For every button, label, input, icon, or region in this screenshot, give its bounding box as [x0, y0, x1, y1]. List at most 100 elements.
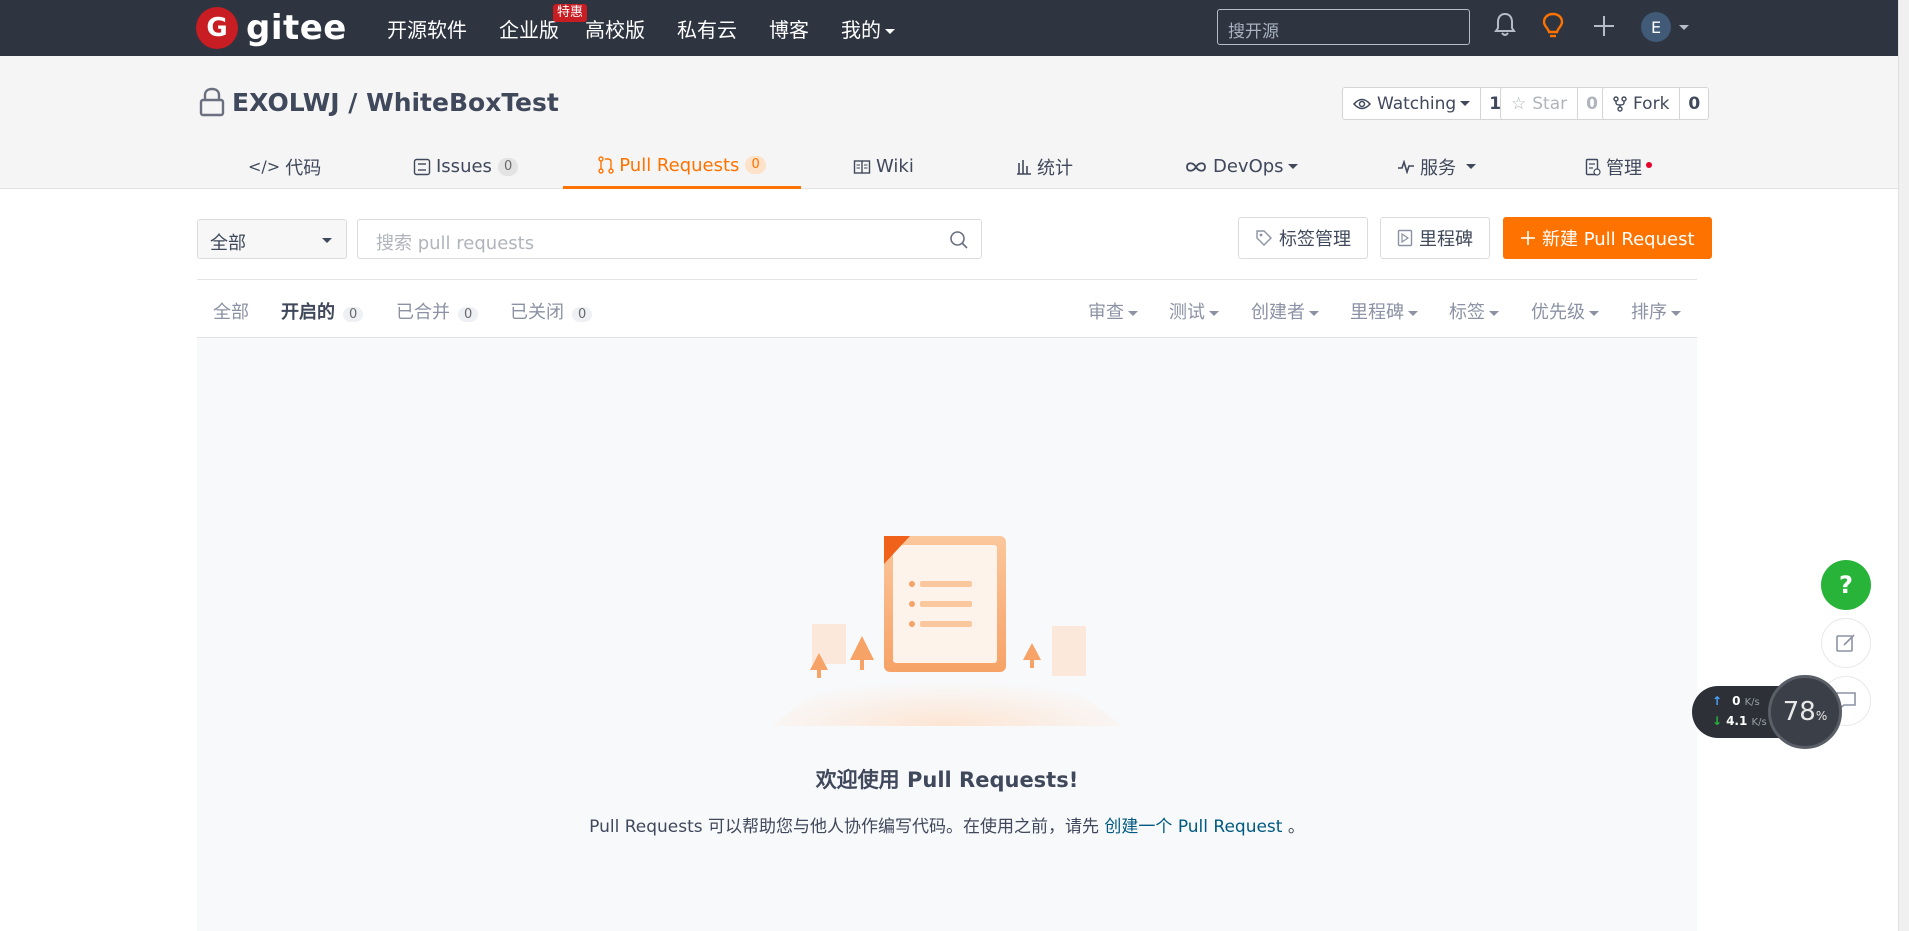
new-pull-request-button[interactable]: 新建 Pull Request	[1503, 217, 1712, 259]
tab-issues-count: 0	[497, 157, 519, 176]
tab-issues-label: Issues	[436, 156, 492, 177]
tab-stats[interactable]: 统计	[1016, 144, 1073, 189]
tab-wiki[interactable]: Wiki	[853, 144, 914, 189]
pulse-icon	[1398, 159, 1414, 174]
chevron-down-icon	[1128, 310, 1138, 316]
filter-review[interactable]: 审查	[1088, 298, 1138, 324]
bell-icon[interactable]	[1494, 12, 1516, 42]
state-tab-open[interactable]: 开启的 0	[281, 298, 364, 324]
repo-title: EXOLWJ / WhiteBoxTest	[198, 86, 559, 118]
gauge-unit: %	[1815, 709, 1828, 723]
nav-private-cloud[interactable]: 私有云	[677, 14, 737, 43]
bar-chart-icon	[1017, 159, 1031, 175]
filter-author-label: 创建者	[1251, 302, 1305, 323]
state-tab-merged[interactable]: 已合并 0	[396, 298, 479, 324]
state-tab-merged-count: 0	[458, 307, 479, 322]
filter-priority[interactable]: 优先级	[1531, 298, 1599, 324]
chevron-down-icon	[885, 29, 895, 34]
download-speed-unit: K/s	[1751, 717, 1767, 728]
watch-button[interactable]: Watching 1	[1342, 87, 1511, 120]
tab-wiki-label: Wiki	[876, 156, 914, 177]
tab-pull-requests-label: Pull Requests	[619, 154, 740, 176]
lightbulb-icon[interactable]	[1541, 12, 1565, 44]
fork-count[interactable]: 0	[1679, 88, 1708, 119]
notification-dot	[1646, 161, 1652, 168]
tab-stats-label: 统计	[1037, 157, 1073, 179]
nav-enterprise[interactable]: 企业版 特惠	[499, 4, 587, 43]
tab-code-label: 代码	[285, 157, 322, 179]
tab-pull-requests[interactable]: Pull Requests 0	[563, 144, 801, 189]
empty-desc-text: Pull Requests 可以帮助您与他人协作编写代码。在使用之前，请先	[589, 817, 1105, 837]
global-search-input[interactable]: 搜开源	[1217, 9, 1470, 45]
memory-usage-gauge[interactable]: 78%	[1768, 675, 1842, 749]
nav-open-source[interactable]: 开源软件	[387, 14, 467, 43]
chevron-down-icon	[1309, 310, 1319, 316]
filter-review-label: 审查	[1088, 302, 1124, 323]
pr-filter-bar: 全部 开启的 0 已合并 0 已关闭 0 审查 测试 创建者 里程碑 标签 优先级 排…	[197, 279, 1697, 338]
chevron-down-icon	[1408, 310, 1418, 316]
eye-icon	[1353, 98, 1371, 109]
filter-author[interactable]: 创建者	[1251, 298, 1319, 324]
plus-icon	[1521, 231, 1535, 245]
help-button[interactable]: ?	[1821, 560, 1871, 610]
fork-label: Fork	[1633, 93, 1670, 114]
feedback-button[interactable]	[1821, 618, 1871, 668]
pr-scope-select[interactable]: 全部	[197, 219, 347, 259]
tab-manage-label-wrap: 管理	[1606, 154, 1652, 180]
state-tab-all[interactable]: 全部	[213, 298, 249, 324]
tab-issues[interactable]: Issues 0	[413, 144, 519, 189]
pr-search-placeholder: 搜索 pull requests	[376, 233, 535, 254]
star-label: Star	[1532, 93, 1568, 114]
chevron-down-icon	[1287, 164, 1298, 169]
milestone-button[interactable]: 里程碑	[1380, 217, 1490, 259]
promo-badge: 特惠	[552, 4, 587, 22]
nav-mine[interactable]: 我的	[841, 14, 895, 43]
new-pull-request-label: 新建 Pull Request	[1542, 229, 1695, 250]
plus-icon[interactable]	[1592, 12, 1616, 44]
empty-desc-suffix: 。	[1282, 817, 1305, 837]
label-manage-button[interactable]: 标签管理	[1238, 217, 1368, 259]
state-tab-closed[interactable]: 已关闭 0	[510, 298, 593, 324]
fork-icon	[1613, 95, 1627, 112]
tab-services[interactable]: 服务	[1397, 144, 1476, 189]
filter-test[interactable]: 测试	[1169, 298, 1219, 324]
edit-icon	[1836, 634, 1855, 652]
star-icon: ☆	[1511, 93, 1527, 114]
repo-name-link[interactable]: EXOLWJ / WhiteBoxTest	[232, 88, 559, 117]
manage-icon	[1585, 158, 1601, 176]
tab-services-label: 服务	[1420, 157, 1456, 179]
filter-sort[interactable]: 排序	[1631, 298, 1681, 324]
tab-manage[interactable]: 管理	[1585, 144, 1652, 189]
tab-code[interactable]: </> 代码	[248, 144, 321, 189]
pr-search-input[interactable]: 搜索 pull requests	[357, 219, 982, 259]
book-icon	[853, 159, 871, 174]
star-button[interactable]: ☆ Star 0	[1500, 87, 1607, 120]
chevron-down-icon	[1671, 310, 1681, 316]
tab-devops[interactable]: DevOps	[1184, 144, 1298, 189]
nav-enterprise-label: 企业版	[499, 18, 559, 42]
search-icon[interactable]	[949, 230, 969, 250]
filter-test-label: 测试	[1169, 302, 1205, 323]
repo-tabs: </> 代码 Issues 0 Pull Requests 0 Wiki 统计 Dev…	[0, 144, 1898, 189]
page-scrollbar[interactable]	[1898, 0, 1909, 931]
create-pull-request-link[interactable]: 创建一个 Pull Request	[1104, 817, 1282, 837]
milestone-label: 里程碑	[1419, 229, 1473, 250]
up-arrow-icon: ↑	[1712, 694, 1723, 708]
user-avatar[interactable]: E	[1641, 12, 1671, 42]
nav-education[interactable]: 高校版	[585, 14, 645, 43]
state-tab-closed-label: 已关闭	[510, 302, 564, 323]
nav-blog[interactable]: 博客	[769, 14, 809, 43]
gitee-logo-text: gitee	[246, 8, 347, 48]
tab-devops-label: DevOps	[1213, 156, 1284, 177]
upload-speed: ↑ 0 K/s	[1712, 694, 1760, 708]
gitee-logo[interactable]: G gitee	[196, 7, 347, 49]
filter-label[interactable]: 标签	[1449, 298, 1499, 324]
chevron-down-icon	[1209, 310, 1219, 316]
avatar-chevron-down-icon[interactable]	[1679, 25, 1689, 30]
fork-button[interactable]: Fork 0	[1602, 87, 1710, 120]
tab-pull-requests-count: 0	[745, 156, 766, 174]
gitee-logo-icon: G	[196, 7, 238, 49]
chevron-down-icon	[1460, 101, 1471, 106]
filter-milestone[interactable]: 里程碑	[1350, 298, 1418, 324]
empty-state: 欢迎使用 Pull Requests! Pull Requests 可以帮助您与…	[197, 338, 1697, 931]
